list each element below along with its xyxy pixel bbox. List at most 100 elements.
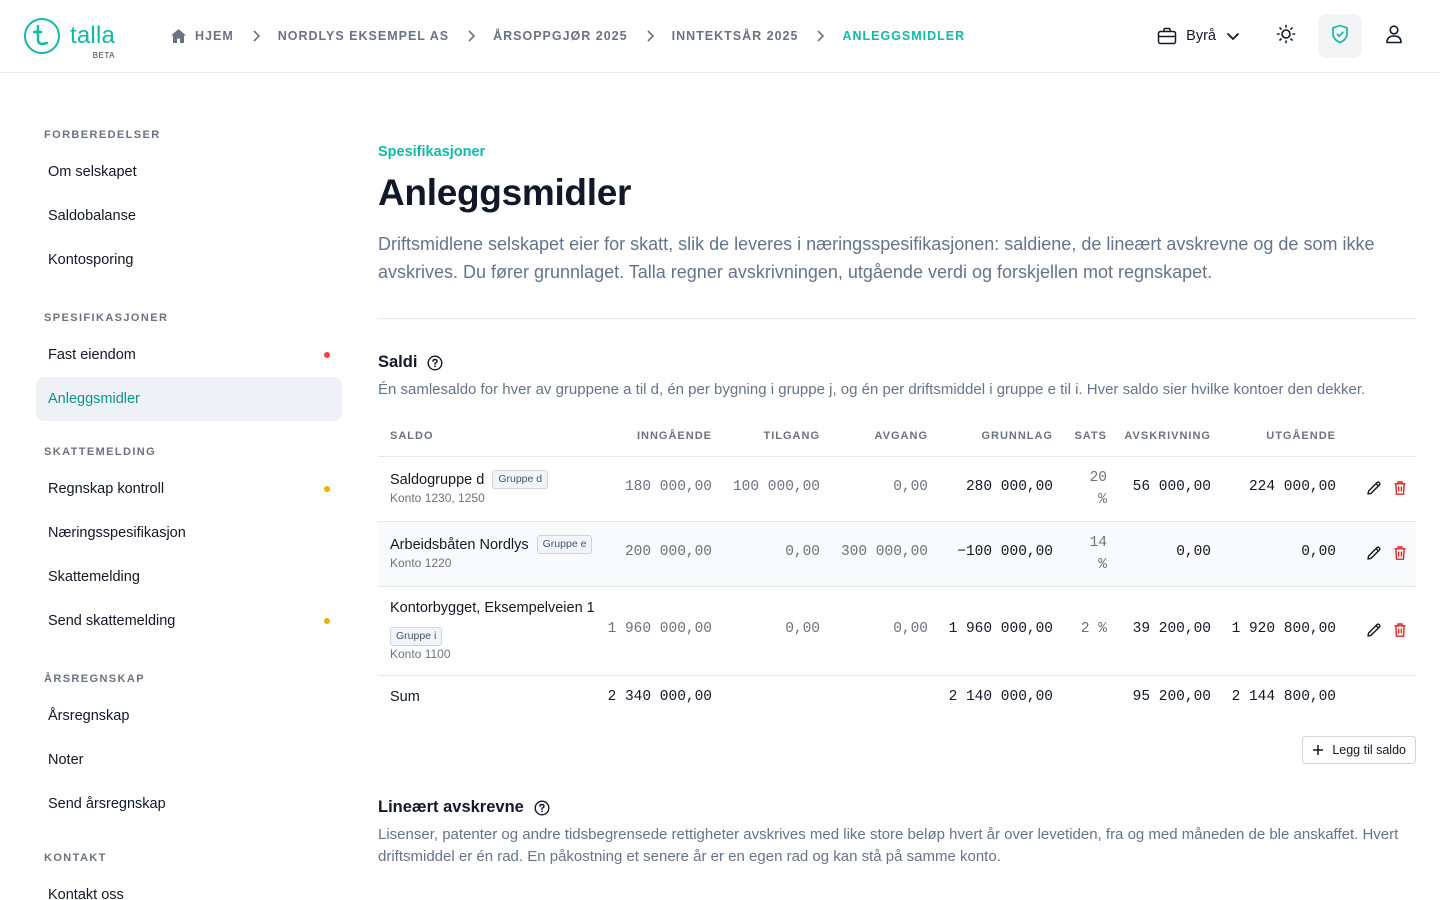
col-tilgang: TILGANG	[763, 430, 820, 442]
delete-icon[interactable]	[1392, 545, 1408, 561]
sum-row: Sum 2 340 000,00 2 140 000,00 95 200,00 …	[378, 676, 1416, 718]
row-actions	[1366, 545, 1408, 561]
sidebar-item-kontakt-oss[interactable]: Kontakt oss	[36, 873, 342, 900]
sidebar-item-label: Anleggsmidler	[48, 391, 140, 407]
sidebar-item-skattemelding[interactable]: Skattemelding	[36, 555, 342, 599]
sidebar-item-saldobalanse[interactable]: Saldobalanse	[36, 194, 342, 238]
cell-grunnlag: 1 960 000,00	[948, 621, 1053, 637]
sidebar-item-label: Årsregnskap	[48, 708, 130, 724]
breadcrumb-current: ANLEGGSMIDLER	[842, 29, 966, 43]
linear-description: Lisenser, patenter og andre tidsbegrense…	[378, 826, 1399, 865]
linear-heading: Lineært avskrevne	[378, 798, 550, 817]
sidebar-item-om-selskapet[interactable]: Om selskapet	[36, 150, 342, 194]
home-icon	[170, 28, 187, 44]
sum-inngaende: 2 340 000,00	[607, 689, 712, 705]
top-bar: talla BETA HJEM NORDLYS EKSEMPEL AS ÅRSO…	[0, 0, 1440, 73]
sidebar-item-label: Noter	[48, 752, 84, 768]
sidebar-section-title: ÅRSREGNSKAP	[44, 673, 145, 685]
security-button[interactable]	[1318, 14, 1362, 58]
col-grunnlag: GRUNNLAG	[981, 430, 1053, 442]
table-row: Arbeidsbåten Nordlys Gruppe e Konto 1220 …	[378, 522, 1416, 587]
chevron-right-icon	[628, 30, 672, 42]
theme-toggle-button[interactable]	[1264, 14, 1308, 58]
chevron-right-icon	[234, 30, 278, 42]
sidebar-item-send-arsregnskap[interactable]: Send årsregnskap	[36, 782, 342, 826]
section-eyebrow: Spesifikasjoner	[378, 144, 486, 160]
page-title: Anleggsmidler	[378, 172, 632, 213]
col-sats: SATS	[1074, 430, 1107, 442]
sun-icon	[1276, 24, 1296, 49]
sats-value: 14	[1089, 535, 1107, 551]
col-avskrivning: AVSKRIVNING	[1124, 430, 1211, 442]
cell-sats: 20%	[1090, 467, 1107, 511]
breadcrumb-home[interactable]: HJEM	[170, 28, 234, 44]
sidebar-item-label: Regnskap kontroll	[48, 481, 165, 497]
cell-sats: 2 %	[1080, 621, 1107, 637]
cell-inngaende: 1 960 000,00	[607, 621, 712, 637]
sidebar-item-label: Om selskapet	[48, 164, 137, 180]
saldi-heading-label: Saldi	[378, 353, 418, 371]
shield-check-icon	[1331, 24, 1349, 49]
row-group: Gruppe i	[390, 627, 443, 646]
saldi-table: SALDO INNGÅENDE TILGANG AVGANG GRUNNLAG …	[378, 414, 1416, 718]
edit-icon[interactable]	[1366, 622, 1382, 638]
breadcrumb-label: HJEM	[195, 29, 234, 43]
add-saldo-button[interactable]: Legg til saldo	[1302, 736, 1416, 764]
table-header: SALDO INNGÅENDE TILGANG AVGANG GRUNNLAG …	[378, 414, 1416, 457]
table-row: Kontorbygget, Eksempelveien 1 Gruppe i K…	[378, 587, 1416, 676]
breadcrumb: HJEM NORDLYS EKSEMPEL AS ÅRSOPPGJØR 2025…	[170, 27, 965, 45]
beta-badge: BETA	[92, 51, 116, 60]
sidebar-item-label: Kontakt oss	[48, 887, 124, 900]
org-switcher[interactable]: Byrå	[1157, 27, 1240, 45]
delete-icon[interactable]	[1392, 480, 1408, 496]
sidebar-section-title: SKATTEMELDING	[44, 446, 157, 458]
status-dot	[324, 352, 330, 358]
col-saldo: SALDO	[390, 430, 434, 442]
sidebar-item-kontosporing[interactable]: Kontosporing	[36, 238, 342, 282]
status-dot	[324, 618, 330, 624]
cell-inngaende: 180 000,00	[624, 479, 712, 495]
sidebar-item-fast-eiendom[interactable]: Fast eiendom	[36, 333, 342, 377]
cell-avgang: 0,00	[893, 621, 928, 637]
saldi-heading: Saldi	[378, 353, 443, 372]
sidebar-item-naeringsspesifikasjon[interactable]: Næringsspesifikasjon	[36, 511, 342, 555]
sidebar-section-title: KONTAKT	[44, 852, 107, 864]
col-avgang: AVGANG	[874, 430, 928, 442]
sum-avskrivning: 95 200,00	[1132, 689, 1211, 705]
sidebar-item-label: Næringsspesifikasjon	[48, 525, 186, 541]
sidebar-item-label: Saldobalanse	[48, 208, 136, 224]
cell-grunnlag: −100 000,00	[957, 544, 1053, 560]
sidebar-item-anleggsmidler[interactable]: Anleggsmidler	[36, 377, 342, 421]
breadcrumb-company[interactable]: NORDLYS EKSEMPEL AS	[278, 29, 449, 43]
sidebar-item-regnskap-kontroll[interactable]: Regnskap kontroll	[36, 467, 342, 511]
cell-sats: 14%	[1090, 532, 1107, 576]
cell-avskrivning: 39 200,00	[1132, 621, 1211, 637]
sum-label: Sum	[390, 689, 420, 705]
row-accounts: Konto 1220	[390, 556, 452, 570]
talla-logo-mark-icon	[24, 18, 60, 54]
breadcrumb-annual-settlement[interactable]: ÅRSOPPGJØR 2025	[493, 29, 628, 43]
row-name-label: Arbeidsbåten Nordlys	[390, 536, 529, 553]
cell-tilgang: 0,00	[785, 544, 820, 560]
page-lead: Driftsmidlene selskapet eier for skatt, …	[378, 234, 1375, 282]
sidebar-item-arsregnskap[interactable]: Årsregnskap	[36, 694, 342, 738]
help-icon[interactable]	[427, 354, 443, 371]
plus-icon	[1312, 744, 1324, 756]
sidebar-item-noter[interactable]: Noter	[36, 738, 342, 782]
profile-button[interactable]	[1372, 14, 1416, 58]
sidebar-item-send-skattemelding[interactable]: Send skattemelding	[36, 599, 342, 643]
row-name: Saldogruppe d Gruppe d	[390, 470, 549, 489]
edit-icon[interactable]	[1366, 480, 1382, 496]
breadcrumb-income-year[interactable]: INNTEKTSÅR 2025	[672, 29, 799, 43]
row-name: Arbeidsbåten Nordlys Gruppe e	[390, 535, 593, 554]
help-icon[interactable]	[534, 799, 550, 816]
divider	[378, 318, 1416, 319]
briefcase-icon	[1157, 27, 1177, 45]
sum-utgaende: 2 144 800,00	[1231, 689, 1336, 705]
group-badge: Gruppe d	[492, 470, 549, 489]
edit-icon[interactable]	[1366, 545, 1382, 561]
talla-logo[interactable]: talla BETA	[24, 18, 115, 60]
col-inngaende: INNGÅENDE	[636, 430, 712, 442]
delete-icon[interactable]	[1392, 622, 1408, 638]
chevron-right-icon	[449, 30, 493, 42]
